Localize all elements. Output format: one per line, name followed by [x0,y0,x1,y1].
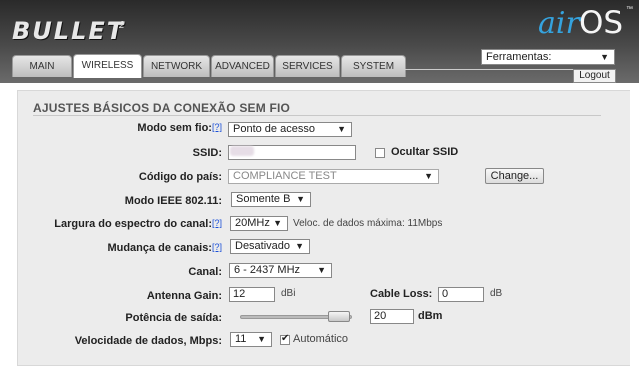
tools-select-value: Ferramentas: [486,51,552,63]
channel-shifting-help-link[interactable]: [?] [212,242,222,252]
country-code-label: Código do país: [138,171,222,183]
product-logo-version: 2 [119,20,125,31]
channel-value: 6 - 2437 MHz [234,264,301,276]
channel-width-label: Largura do espectro do canal:[?] [20,218,222,230]
tools-select[interactable]: Ferramentas: ▼ [481,49,615,65]
antenna-gain-label: Antenna Gain: [146,290,222,302]
cable-loss-input[interactable]: 0 [438,287,484,302]
country-code-select[interactable]: COMPLIANCE TEST ▼ [228,169,439,184]
channel-width-value: 20MHz [235,217,270,229]
ieee-mode-select[interactable]: Somente B ▼ [231,192,311,207]
wireless-mode-label-text: Modo sem fio: [137,122,212,134]
tab-services[interactable]: SERVICES [275,55,340,77]
tab-network[interactable]: NETWORK [143,55,210,77]
data-rate-select[interactable]: 11 ▼ [230,332,272,347]
channel-select[interactable]: 6 - 2437 MHz ▼ [229,263,332,278]
ieee-mode-value: Somente B [236,193,291,205]
antenna-gain-input[interactable]: 12 [229,287,275,302]
wireless-mode-value: Ponto de acesso [233,123,315,135]
dropdown-arrow-icon: ▼ [273,218,282,228]
antenna-gain-unit: dBi [281,288,296,299]
tab-system[interactable]: SYSTEM [341,55,406,77]
tab-wireless[interactable]: WIRELESS [73,54,142,78]
change-country-button[interactable]: Change... [485,168,544,184]
hide-ssid-label: Ocultar SSID [391,146,459,158]
cable-loss-unit: dB [490,288,503,299]
output-power-slider-handle[interactable] [328,311,350,322]
dropdown-arrow-icon: ▼ [257,334,266,344]
dropdown-arrow-icon: ▼ [600,52,609,62]
airos-trademark: ™ [626,6,633,13]
channel-shifting-select[interactable]: Desativado ▼ [230,239,310,254]
product-logo: BULLET [12,17,126,45]
channel-width-label-text: Largura do espectro do canal: [54,218,212,230]
airos-logo-os: OS [579,5,624,41]
output-power-unit: dBm [418,310,443,322]
section-title: AJUSTES BÁSICOS DA CONEXÃO SEM FIO [33,101,291,115]
ssid-label: SSID: [192,147,222,159]
tab-main[interactable]: MAIN [12,55,72,77]
data-rate-label: Velocidade de dados, Mbps: [74,335,222,347]
logout-button[interactable]: Logout [573,69,616,83]
ssid-redacted-value [230,146,254,156]
channel-shifting-value: Desativado [235,240,291,252]
max-data-rate-note: Veloc. de dados máxima: 11Mbps [293,218,443,229]
hide-ssid-checkbox[interactable] [375,148,385,158]
tab-advanced[interactable]: ADVANCED [211,55,274,77]
channel-shifting-label: Mudança de canais:[?] [60,242,222,254]
ieee-mode-label: Modo IEEE 802.11: [124,195,222,207]
dropdown-arrow-icon: ▼ [296,194,305,204]
output-power-input[interactable]: 20 [370,309,414,324]
cable-loss-label: Cable Loss: [370,288,433,300]
section-divider [33,115,601,116]
dropdown-arrow-icon: ▼ [337,124,346,134]
airos-logo-air: air [538,6,580,41]
wireless-mode-label: Modo sem fio:[?] [60,122,222,134]
channel-label: Canal: [188,266,222,278]
dropdown-arrow-icon: ▼ [295,241,304,251]
output-power-label: Potência de saída: [125,312,222,324]
auto-data-rate-label: Automático [293,333,349,345]
channel-width-help-link[interactable]: [?] [212,218,222,228]
header-bar: BULLET 2 air OS ™ Ferramentas: ▼ MAIN WI… [0,0,639,83]
channel-shifting-label-text: Mudança de canais: [107,242,212,254]
country-code-value: COMPLIANCE TEST [233,170,337,182]
channel-width-select[interactable]: 20MHz ▼ [230,216,288,231]
data-rate-value: 11 [235,333,247,345]
dropdown-arrow-icon: ▼ [317,265,326,275]
auto-data-rate-checkbox[interactable] [280,333,290,345]
dropdown-arrow-icon: ▼ [424,171,433,181]
wireless-mode-help-link[interactable]: [?] [212,122,222,132]
wireless-mode-select[interactable]: Ponto de acesso ▼ [228,122,352,137]
